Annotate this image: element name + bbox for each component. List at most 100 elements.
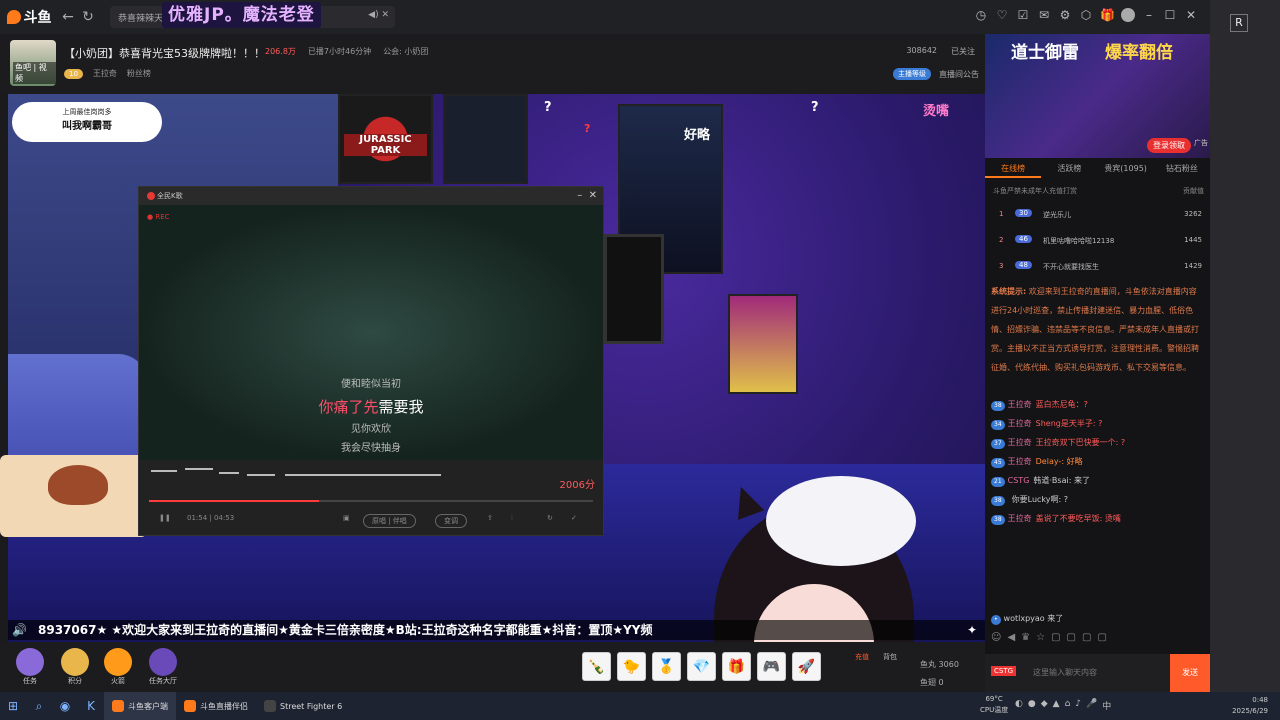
gift-6-icon[interactable]: 🎮 — [757, 652, 786, 681]
streamer-name[interactable]: 王拉奇 — [93, 68, 117, 79]
tab-diamond-fans[interactable]: 钻石粉丝 — [1154, 160, 1210, 178]
chat-message[interactable]: 37 王拉奇 王拉奇双下巴快要一个: ? — [991, 434, 1203, 452]
tab-vip[interactable]: 贵宾(1095) — [1098, 160, 1154, 178]
chat-message[interactable]: 21 CSTG 韩道·Bsai: 来了 — [991, 472, 1203, 490]
chat-message[interactable]: 38 你要Lucky啊: ? — [991, 491, 1203, 509]
chat-tool-icon-4[interactable]: ▢ — [1097, 632, 1106, 648]
power-rangers-poster — [728, 294, 798, 394]
search-icon[interactable]: ⌕ — [26, 692, 52, 720]
shield-icon[interactable]: ⬡ — [1079, 8, 1093, 22]
windows-start-icon[interactable]: ⊞ — [0, 692, 26, 720]
rank-row[interactable]: 3 48 不开心就要找医生 1429 — [985, 256, 1210, 278]
karaoke-window[interactable]: 全民K歌 – ✕ ● REC 便和睦似当初 你痛了先需要我 见你欢欣 我会尽快抽… — [138, 186, 604, 536]
edge-icon[interactable]: ◉ — [52, 692, 78, 720]
room-right2: 主播等级 直播间公告 — [893, 68, 979, 80]
guild-name[interactable]: 公会: 小奶团 — [383, 46, 428, 57]
tray-icon-3[interactable]: ◆ — [1041, 699, 1048, 712]
rank-badge: 48 — [1015, 261, 1032, 269]
tab-online-rank[interactable]: 在线榜 — [985, 160, 1042, 178]
lyric-sung: 你痛了先 — [318, 398, 379, 416]
follow-button[interactable]: 已关注 — [951, 46, 975, 57]
emoji-icon[interactable]: ☺ — [991, 632, 1001, 648]
favorite-icon[interactable]: ♡ — [995, 8, 1009, 22]
chat-tool-icon-2[interactable]: ▢ — [1067, 632, 1076, 648]
announcement-link[interactable]: 直播间公告 — [939, 69, 979, 80]
douyu-logo[interactable]: 斗鱼 — [0, 0, 58, 34]
speaker-small-icon[interactable]: ◀ — [1007, 632, 1015, 648]
close-icon[interactable]: ✕ — [1184, 8, 1198, 22]
tray-icon-2[interactable]: ● — [1028, 699, 1036, 712]
image-icon[interactable]: ▣ — [343, 514, 350, 522]
karaoke-window-controls[interactable]: – ✕ — [577, 187, 597, 205]
chat-message[interactable]: 45 王拉奇 Delay-: 好略 — [991, 453, 1203, 471]
user-avatar[interactable] — [1121, 8, 1135, 22]
refresh-icon[interactable]: ↻ — [78, 7, 98, 27]
char-beret — [766, 476, 916, 566]
settings-icon[interactable]: ⚙ — [1058, 8, 1072, 22]
maximize-icon[interactable]: ☐ — [1163, 8, 1177, 22]
tray-icon-1[interactable]: ◐ — [1015, 699, 1023, 712]
message-icon[interactable]: ✉ — [1037, 8, 1051, 22]
tab-current[interactable]: 恭喜辣辣天 优雅JP。魔法老登 ◀) ✕ — [110, 2, 395, 28]
chat-message[interactable]: 38 王拉奇 盖说了不要吃早饭: 烫嘴 — [991, 510, 1203, 528]
tab-active-rank[interactable]: 活跃榜 — [1041, 160, 1097, 178]
history-icon[interactable]: ◷ — [974, 8, 988, 22]
r-badge[interactable]: R — [1230, 14, 1248, 32]
k-app-icon[interactable]: K — [78, 692, 104, 720]
chat-sidebar: 道士御雷 爆率翻倍 登录领取 广告 在线榜 活跃榜 贵宾(1095) 钻石粉丝 … — [985, 34, 1210, 692]
task-icon[interactable]: ☑ — [1016, 8, 1030, 22]
chat-tool-icon[interactable]: ▢ — [1051, 632, 1060, 648]
finish-icon[interactable]: ✓ — [571, 514, 577, 522]
chat-message[interactable]: 38 王拉奇 蓝白杰尼龟：? — [991, 396, 1203, 414]
gift-2-icon[interactable]: 🐤 — [617, 652, 646, 681]
minimize-icon[interactable]: – — [1142, 8, 1156, 22]
gift-bar-item-2[interactable]: 积分 — [57, 648, 93, 686]
streamer-avatar[interactable]: 鱼吧 | 视频 — [10, 40, 56, 86]
ad-banner[interactable]: 道士御雷 爆率翻倍 登录领取 广告 — [985, 34, 1210, 158]
equalizer-icon[interactable]: ⫶ — [511, 514, 513, 523]
star-tool-icon[interactable]: ☆ — [1036, 632, 1045, 648]
avatar-label[interactable]: 鱼吧 | 视频 — [13, 62, 56, 84]
taskbar-app-douyu[interactable]: 斗鱼客户端 — [104, 692, 176, 720]
gift-bar-item-3[interactable]: 火箭 — [100, 648, 136, 686]
taskbar-app-companion[interactable]: 斗鱼直播伴侣 — [176, 692, 256, 720]
chat-message[interactable]: 34 王拉奇 Sheng是天半子: ? — [991, 415, 1203, 433]
karaoke-progress[interactable] — [149, 500, 593, 502]
chat-input[interactable]: 这里输入聊天内容 — [1033, 667, 1097, 678]
ad-cta-button[interactable]: 登录领取 — [1147, 138, 1191, 153]
gift-7-icon[interactable]: 🚀 — [792, 652, 821, 681]
volume-icon[interactable]: ♪ — [1075, 699, 1081, 712]
speaker-icon[interactable]: 🔊 — [12, 620, 27, 640]
upload-icon[interactable]: ⇪ — [487, 514, 493, 522]
back-icon[interactable]: ← — [58, 7, 78, 27]
gift-3-icon[interactable]: 🥇 — [652, 652, 681, 681]
pitch-button[interactable]: 变调 — [435, 514, 467, 528]
gift-bar-item-4[interactable]: 任务大厅 — [142, 648, 184, 686]
taskbar-app-sf6[interactable]: Street Fighter 6 — [256, 692, 350, 720]
anchor-level-badge[interactable]: 主播等级 — [893, 68, 931, 80]
send-button[interactable]: 发送 — [1170, 654, 1210, 692]
chat-tool-icon-3[interactable]: ▢ — [1082, 632, 1091, 648]
gift-1-icon[interactable]: 🍾 — [582, 652, 611, 681]
vocal-toggle[interactable]: 原唱 | 伴唱 — [363, 514, 416, 528]
backpack-button[interactable]: 背包 — [883, 652, 897, 662]
tab-close-icon[interactable]: ◀) ✕ — [368, 10, 389, 20]
chat-fan-badge-select[interactable]: CSTG — [991, 666, 1017, 676]
loop-icon[interactable]: ↻ — [547, 514, 553, 522]
gift-4-icon[interactable]: 💎 — [687, 652, 716, 681]
fans-label[interactable]: 粉丝榜 — [127, 68, 151, 79]
rank-row[interactable]: 1 30 逆光乐儿 3262 — [985, 204, 1210, 226]
charge-button[interactable]: 充值 — [855, 652, 869, 662]
tray-icon-4[interactable]: ▲ — [1053, 699, 1060, 712]
network-icon[interactable]: ⌂ — [1065, 699, 1071, 712]
pause-icon[interactable]: ❚❚ — [159, 514, 171, 522]
clock[interactable]: 0:48 2025/6/29 — [1232, 695, 1268, 717]
gift-5-icon[interactable]: 🎁 — [722, 652, 751, 681]
rank-row[interactable]: 2 46 机里咕噜哈哈啦12138 1445 — [985, 230, 1210, 252]
mic-icon[interactable]: 🎤 — [1086, 699, 1097, 712]
lang-icon[interactable]: 中 — [1102, 699, 1111, 712]
gift-bar-item-1[interactable]: 任务 — [12, 648, 48, 686]
crown-icon[interactable]: ♛ — [1021, 632, 1030, 648]
fin-label: 鱼翅 — [920, 678, 936, 687]
gift-icon[interactable]: 🎁 — [1100, 8, 1115, 22]
